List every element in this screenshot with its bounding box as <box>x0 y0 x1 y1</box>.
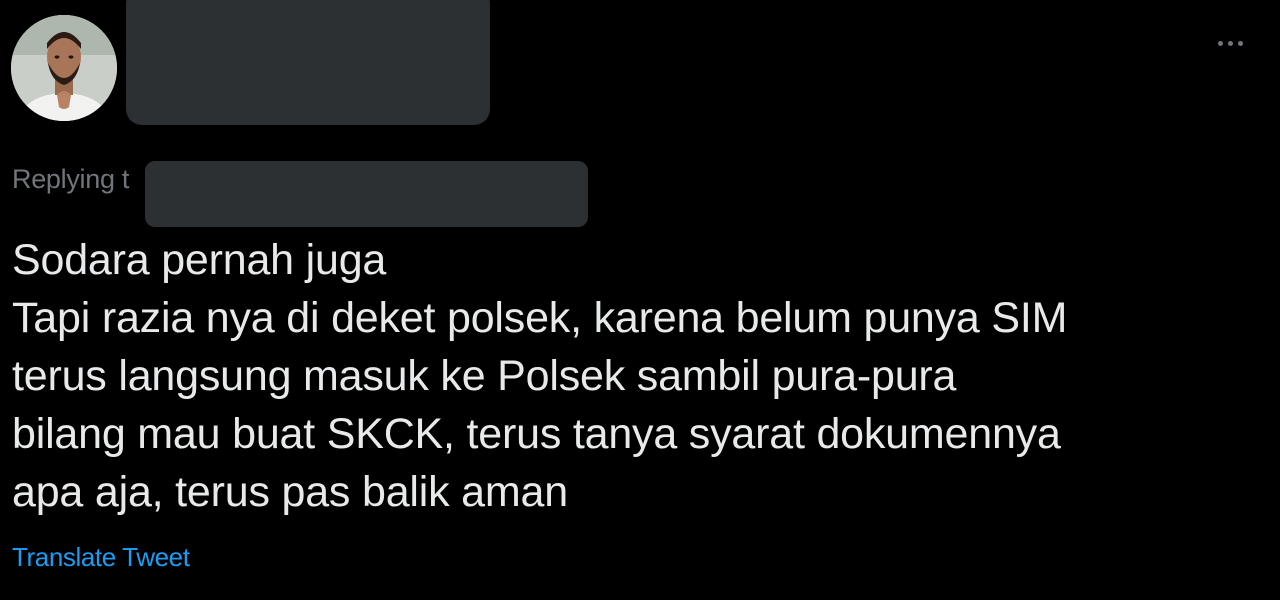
replying-to-label: Replying t <box>12 164 130 194</box>
translate-tweet-link[interactable]: Translate Tweet <box>12 540 190 574</box>
dot <box>1217 40 1223 46</box>
more-options-icon[interactable] <box>1212 30 1248 56</box>
dot <box>1237 40 1243 46</box>
tweet-text-line: Tapi razia nya di deket polsek, karena b… <box>12 294 1068 342</box>
dot <box>1227 40 1233 46</box>
user-avatar-icon <box>11 15 117 121</box>
tweet-body: Sodara pernah juga Tapi razia nya di dek… <box>12 231 1262 521</box>
tweet-text-line: Sodara pernah juga <box>12 236 387 284</box>
reply-handle-redaction <box>145 161 588 227</box>
tweet-text-line: terus langsung masuk ke Polsek sambil pu… <box>12 352 957 400</box>
tweet-text-line: apa aja, terus pas balik aman <box>12 468 568 516</box>
avatar[interactable] <box>11 15 117 121</box>
username-redaction <box>126 0 490 125</box>
tweet-text-line: bilang mau buat SKCK, terus tanya syarat… <box>12 410 1061 458</box>
